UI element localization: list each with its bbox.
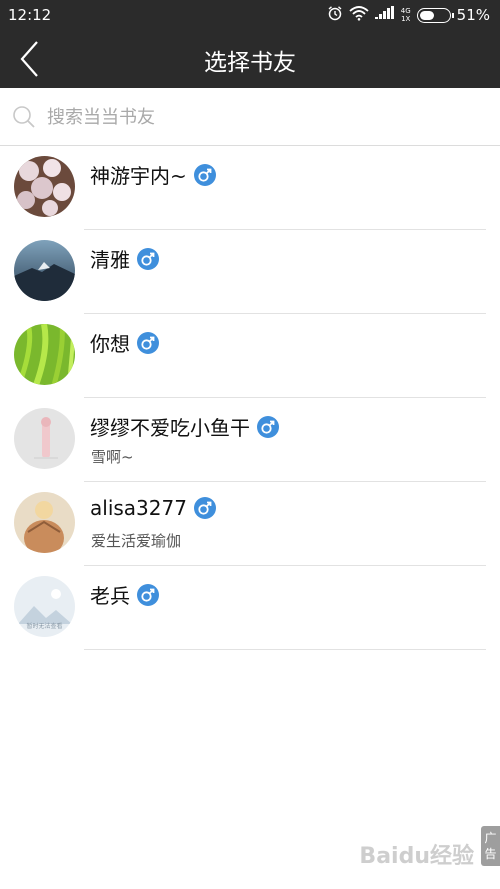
friend-name-line: 老兵 <box>90 580 159 609</box>
male-gender-icon <box>193 497 216 519</box>
battery-fill <box>419 10 434 20</box>
status-time: 12:12 <box>8 6 52 24</box>
avatar: 暂时无法查看 <box>14 576 75 637</box>
friend-row[interactable]: 神游宇内~ <box>0 146 500 230</box>
friend-name-line: 缪缪不爱吃小鱼干 <box>90 412 279 441</box>
male-gender-icon <box>137 247 159 270</box>
network-type-bottom: 1X <box>401 15 411 23</box>
friend-subtitle: 爱生活爱瑜伽 <box>91 532 182 550</box>
friend-name-line: 清雅 <box>90 244 159 273</box>
friend-name-line: 神游宇内~ <box>90 160 216 189</box>
avatar <box>14 240 75 301</box>
nav-bar: 选择书友 <box>0 30 500 88</box>
friend-row[interactable]: 你想 <box>0 314 500 398</box>
friend-name: 你想 <box>90 332 130 356</box>
avatar <box>14 492 75 553</box>
friend-row[interactable]: 缪缪不爱吃小鱼干雪啊~ <box>0 398 500 482</box>
wifi-icon <box>349 5 369 25</box>
male-gender-icon <box>193 163 216 186</box>
friend-subtitle: 雪啊~ <box>91 448 134 466</box>
friend-row[interactable]: 清雅 <box>0 230 500 314</box>
avatar-caption: 暂时无法查看 <box>26 622 62 630</box>
ad-label[interactable]: 广告 <box>481 826 500 866</box>
male-gender-icon <box>257 415 279 438</box>
divider <box>84 649 486 650</box>
network-type-top: 4G <box>400 7 411 15</box>
status-bar: 12:12 4G 1X 51% <box>0 0 500 30</box>
signal-icon <box>374 6 395 24</box>
friend-name: alisa3277 <box>90 496 187 520</box>
search-bar <box>0 88 500 146</box>
male-gender-icon <box>137 583 159 606</box>
friend-name-line: alisa3277 <box>90 496 216 520</box>
watermark: Baidu经验 <box>359 844 474 869</box>
alarm-icon <box>327 5 343 25</box>
friend-name: 神游宇内~ <box>90 164 187 188</box>
friend-list: 神游宇内~ 清雅你想缪缪不爱吃小鱼干雪啊~ alisa3277 爱生活爱瑜伽暂时无法查… <box>0 146 500 650</box>
status-icons: 4G 1X 51% <box>327 5 490 25</box>
friend-name: 清雅 <box>90 248 130 272</box>
male-gender-icon <box>137 331 159 354</box>
avatar <box>14 324 75 385</box>
avatar <box>14 408 75 469</box>
friend-row[interactable]: 暂时无法查看 老兵 <box>0 566 500 650</box>
network-type: 4G 1X <box>401 7 411 23</box>
search-icon <box>12 105 36 133</box>
battery-tip <box>451 12 454 18</box>
friend-row[interactable]: alisa3277 爱生活爱瑜伽 <box>0 482 500 566</box>
battery-icon <box>416 7 454 23</box>
page-title: 选择书友 <box>204 50 296 76</box>
battery-percent: 51% <box>456 6 490 24</box>
search-input[interactable] <box>47 101 467 133</box>
friend-name: 缪缪不爱吃小鱼干 <box>90 416 250 440</box>
avatar <box>14 156 75 217</box>
friend-name: 老兵 <box>90 584 130 608</box>
friend-name-line: 你想 <box>90 328 159 357</box>
